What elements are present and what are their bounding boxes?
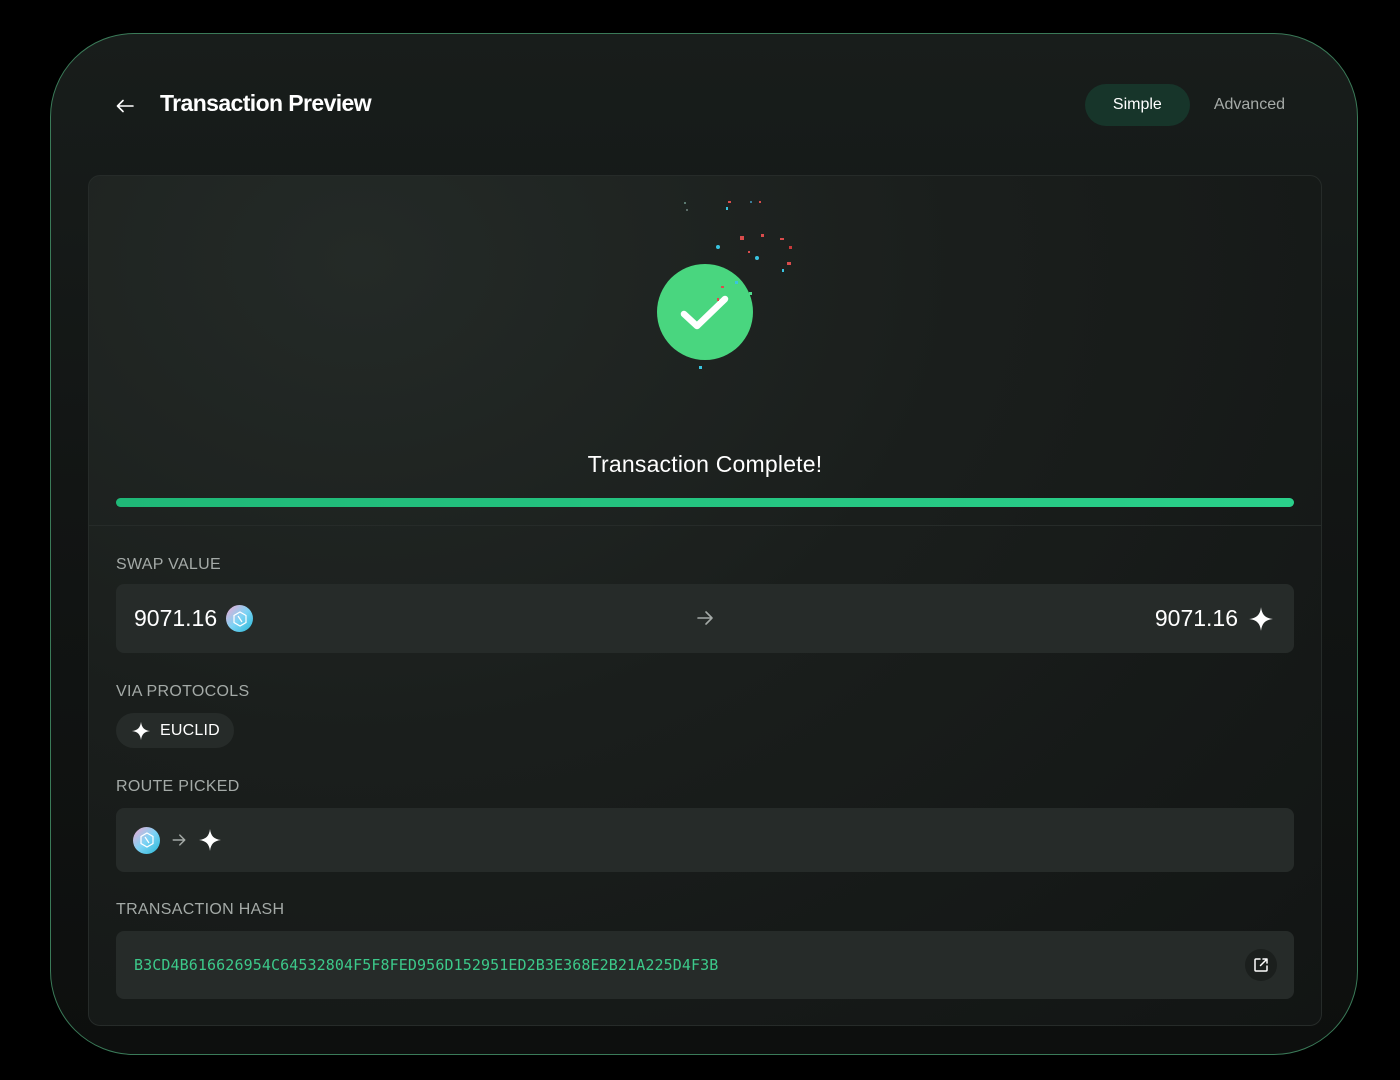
swap-from: 9071.16 bbox=[134, 584, 254, 653]
sparkle-icon bbox=[199, 829, 221, 851]
to-amount: 9071.16 bbox=[1154, 605, 1238, 631]
status-message: Transaction Complete! bbox=[587, 451, 823, 477]
page-title: Transaction Preview bbox=[160, 90, 372, 116]
confetti-animation bbox=[609, 196, 799, 376]
swap-value-box: 9071.16 9071.16 bbox=[116, 584, 1294, 653]
swap-to: 9071.16 bbox=[1155, 584, 1274, 653]
protocol-chip-euclid[interactable]: EUCLID bbox=[116, 713, 234, 748]
swap-value-label: SWAP VALUE bbox=[116, 556, 221, 573]
transaction-hash-value[interactable]: B3CD4B616626954C64532804F5F8FED956D15295… bbox=[134, 931, 718, 999]
external-link-button[interactable] bbox=[1245, 949, 1277, 981]
from-amount: 9071.16 bbox=[134, 605, 218, 631]
mode-toggle: Simple Advanced bbox=[1084, 84, 1305, 126]
back-button[interactable] bbox=[111, 92, 139, 120]
via-protocols-label: VIA PROTOCOLS bbox=[116, 683, 250, 700]
sparkle-icon bbox=[131, 721, 151, 740]
external-link-icon bbox=[1254, 958, 1268, 972]
success-area: Transaction Complete! bbox=[89, 176, 1321, 526]
token-logo-icon bbox=[133, 826, 160, 854]
arrow-left-icon bbox=[116, 99, 134, 113]
sparkle-icon bbox=[1249, 606, 1273, 631]
tab-simple[interactable]: Simple bbox=[1084, 84, 1190, 126]
app-window: Transaction Preview Simple Advanced Tran… bbox=[50, 33, 1358, 1055]
divider bbox=[89, 525, 1321, 526]
confetti-front-icon bbox=[717, 281, 752, 301]
protocol-name: EUCLID bbox=[160, 721, 220, 739]
tab-advanced[interactable]: Advanced bbox=[1194, 84, 1305, 126]
transaction-hash-box: B3CD4B616626954C64532804F5F8FED956D15295… bbox=[116, 931, 1294, 999]
route-picked-label: ROUTE PICKED bbox=[116, 778, 240, 795]
arrow-right-icon bbox=[697, 611, 713, 625]
arrow-right-icon bbox=[172, 834, 186, 846]
token-logo-icon bbox=[226, 605, 254, 632]
progress-bar bbox=[116, 498, 1294, 507]
progress-fill bbox=[116, 498, 1294, 507]
transaction-hash-label: TRANSACTION HASH bbox=[116, 901, 285, 918]
route-box bbox=[116, 808, 1294, 872]
transaction-card: Transaction Complete! SWAP VALUE 9071.16 bbox=[88, 175, 1322, 1026]
route-steps bbox=[133, 808, 222, 872]
